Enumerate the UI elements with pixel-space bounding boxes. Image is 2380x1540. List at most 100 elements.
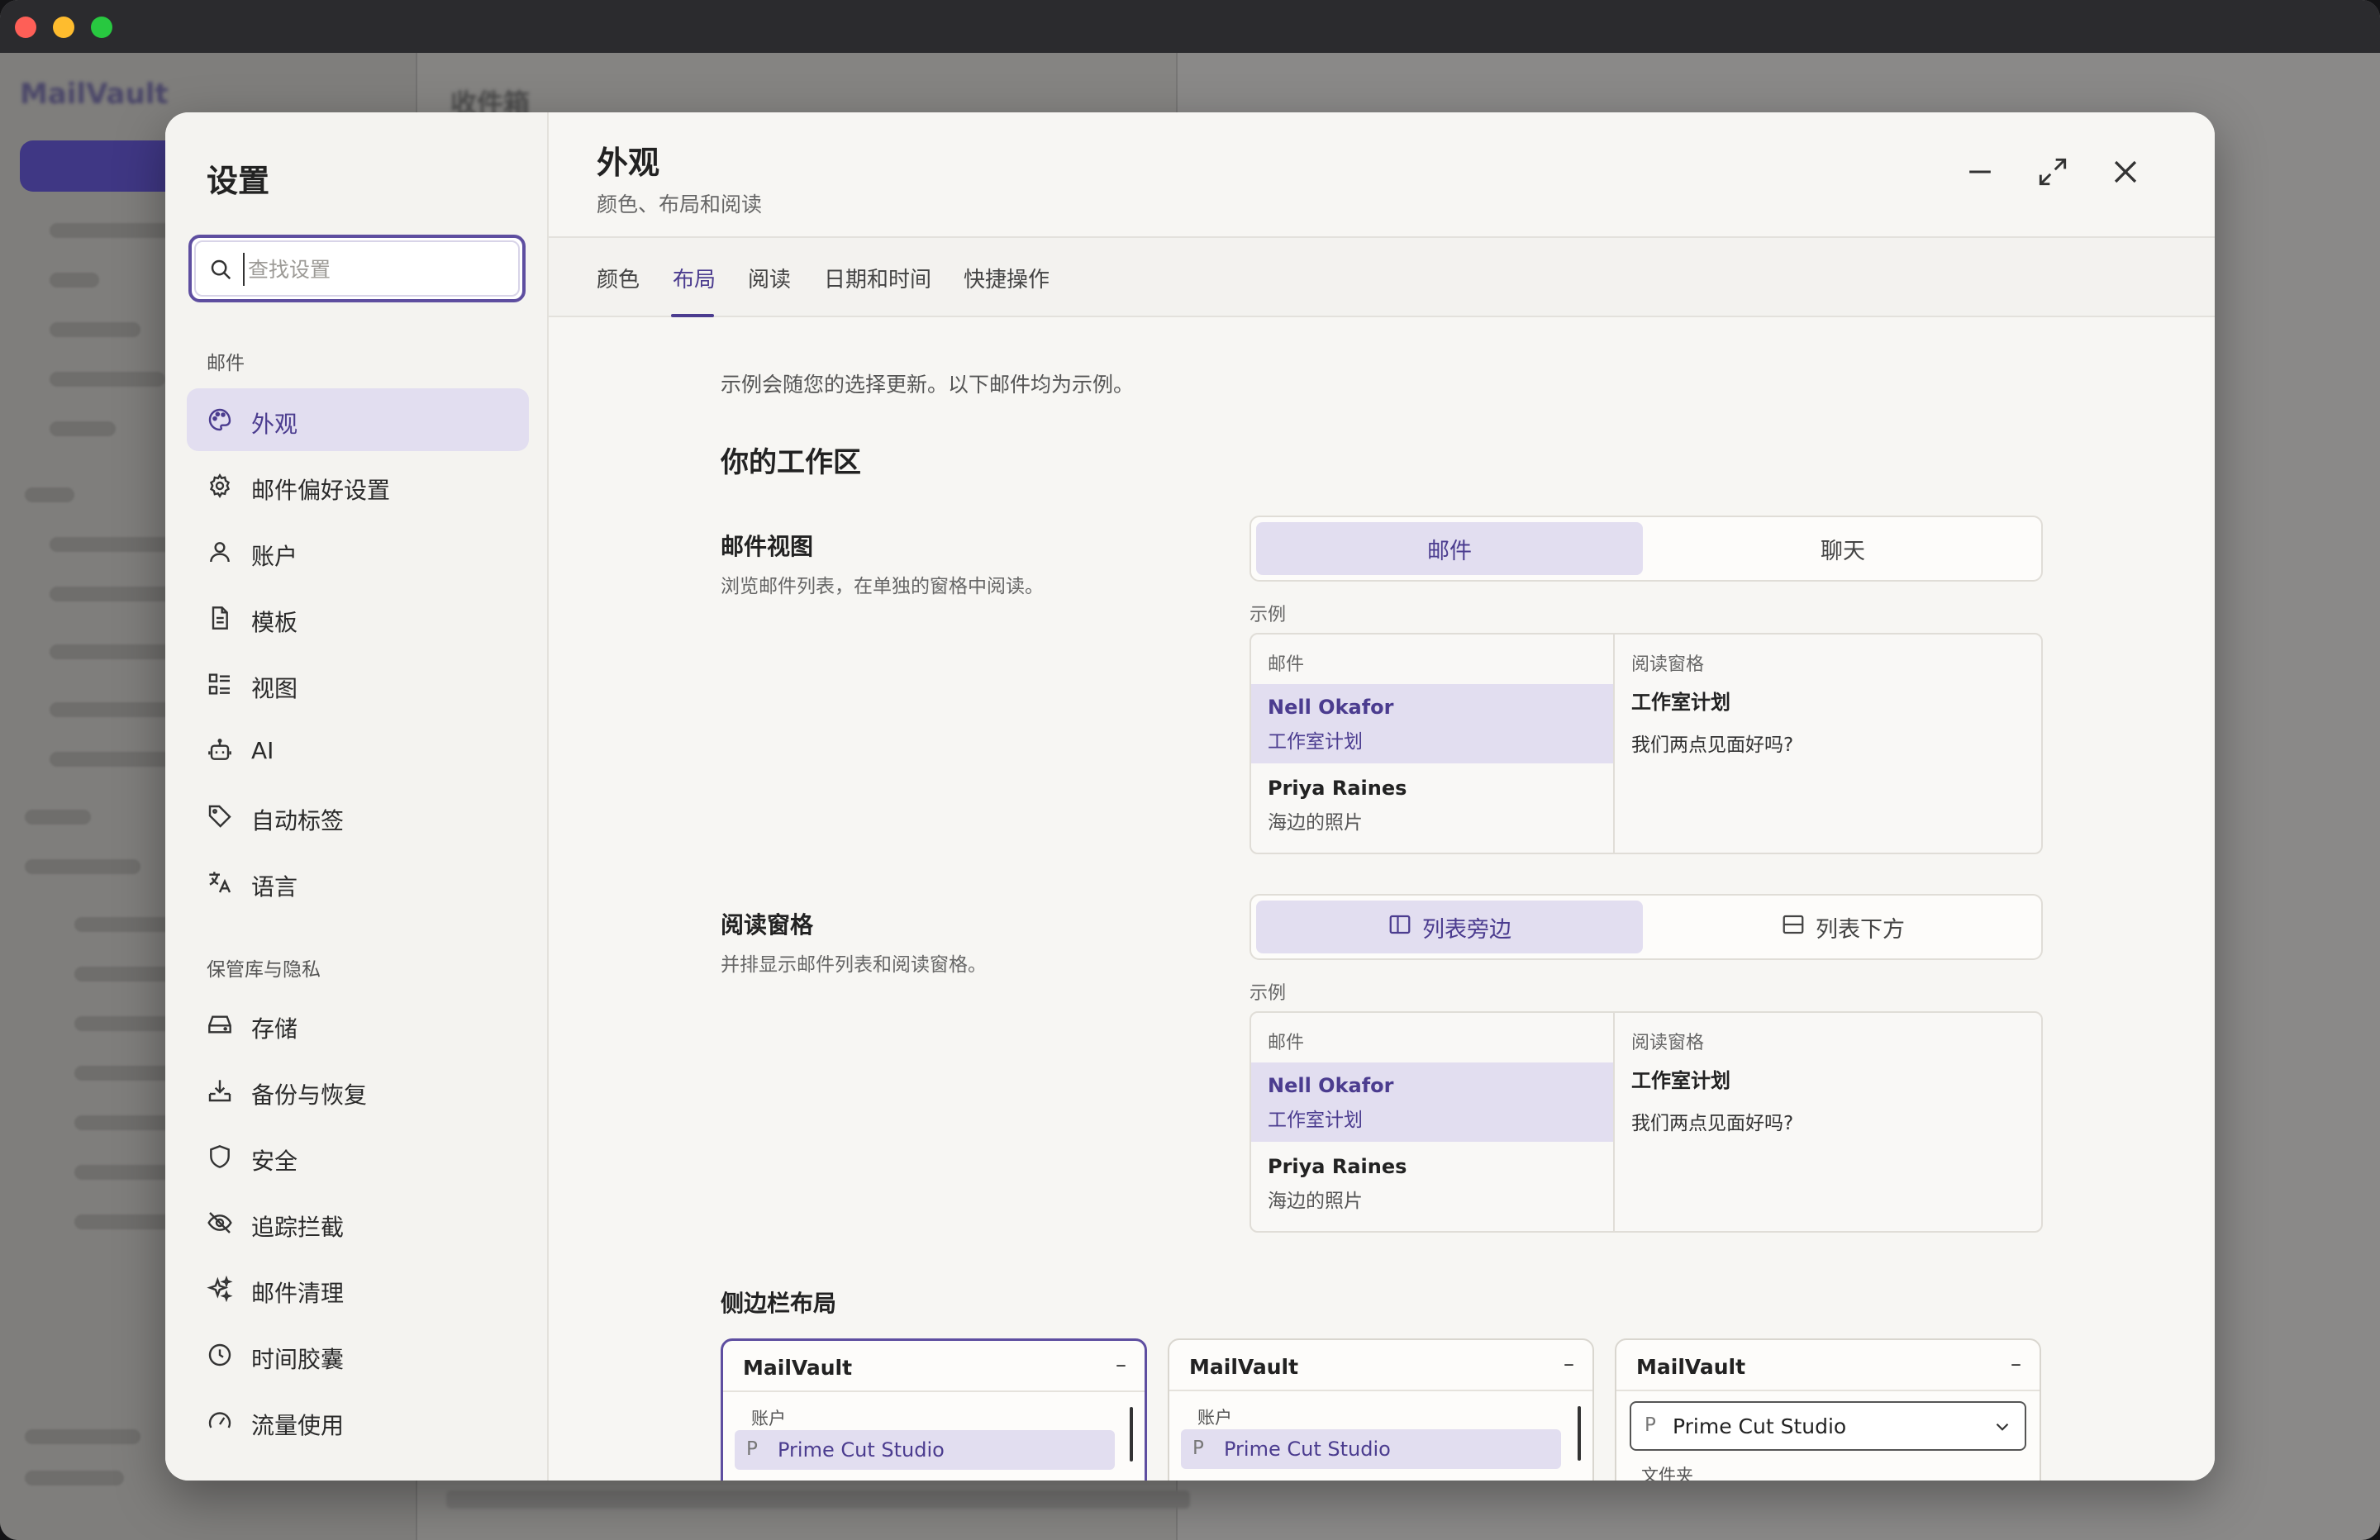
sidebar-layout-option-compact[interactable]: MailVault – 账户 P Prime Cut Studio <box>1168 1338 1594 1481</box>
example-message-row: Priya Raines 海边的照片 <box>1268 1155 1407 1212</box>
example-pane-head: 阅读窗格 <box>1631 654 1705 675</box>
app-window: MailVault 收件箱 设置 查找设置 邮件 外观 邮件偏好设置 账户 模板… <box>0 0 2380 1540</box>
settings-title: 设置 <box>207 163 270 199</box>
search-icon <box>208 257 233 282</box>
mail-view-toggle: 邮件 聊天 <box>1250 516 2043 582</box>
eye-off-icon <box>207 1210 233 1236</box>
account-avatar: P <box>746 1438 758 1460</box>
account-avatar: P <box>1645 1414 1656 1436</box>
gear-icon <box>207 473 233 499</box>
shield-icon <box>207 1143 233 1170</box>
expand-button[interactable] <box>2035 154 2071 190</box>
tab-date-time[interactable]: 日期和时间 <box>824 263 931 293</box>
sidebar-item-templates[interactable]: 模板 <box>187 587 529 649</box>
tab-quick-actions[interactable]: 快捷操作 <box>964 263 1050 293</box>
example-list-head: 邮件 <box>1268 654 1305 675</box>
expand-icon <box>2035 158 2071 193</box>
list-view-icon <box>207 671 233 697</box>
sidebar-item-mail-cleanup[interactable]: 邮件清理 <box>187 1257 529 1320</box>
close-window-button[interactable] <box>15 17 36 38</box>
sidebar-item-ai[interactable]: AI <box>187 719 529 782</box>
collapse-icon: – <box>2011 1352 2021 1376</box>
close-icon <box>2107 160 2144 193</box>
sidebar-item-tracker-blocking[interactable]: 追踪拦截 <box>187 1191 529 1254</box>
reading-pane-option-beside[interactable]: 列表旁边 <box>1256 901 1643 953</box>
sidebar-item-label: 追踪拦截 <box>251 1214 345 1241</box>
collapse-icon: – <box>1564 1352 1574 1376</box>
settings-search[interactable] <box>188 235 526 302</box>
reading-pane-example: 邮件 阅读窗格 Nell Okafor 工作室计划 Priya Raines 海… <box>1250 1011 2043 1233</box>
example-message-row: Nell Okafor 工作室计划 <box>1251 1062 1613 1142</box>
zoom-window-button[interactable] <box>91 17 112 38</box>
example-list-head: 邮件 <box>1268 1033 1305 1053</box>
palette-icon <box>207 406 233 433</box>
account-avatar: P <box>1192 1438 1204 1459</box>
sidebar-item-label: 模板 <box>251 609 298 636</box>
sidebar-layout-option-list[interactable]: MailVault – 账户 P Prime Cut Studio <box>721 1338 1147 1481</box>
sidebar-item-storage[interactable]: 存储 <box>187 993 529 1056</box>
mail-view-desc: 浏览邮件列表，在单独的窗格中阅读。 <box>721 576 1044 597</box>
clock-icon <box>207 1342 233 1368</box>
sidebar-item-label: 邮件清理 <box>251 1280 345 1307</box>
sidebar-item-label: 自动标签 <box>251 807 345 834</box>
sidebar-item-auto-labels[interactable]: 自动标签 <box>187 785 529 848</box>
sidebar-layout-option-dropdown[interactable]: MailVault – P Prime Cut Studio 文件夹 <box>1615 1338 2041 1481</box>
sidebar-item-label: 时间胶囊 <box>251 1346 345 1373</box>
sidebar-item-accounts[interactable]: 账户 <box>187 520 529 583</box>
mail-view-option-chat[interactable]: 聊天 <box>1649 522 2036 575</box>
download-tray-icon <box>207 1077 233 1104</box>
mail-view-option-mail[interactable]: 邮件 <box>1256 522 1643 575</box>
sidebar-item-label: 外观 <box>251 411 298 438</box>
title-bar <box>0 0 2380 53</box>
minimize-button[interactable] <box>1962 154 1998 190</box>
mail-view-example: 邮件 阅读窗格 Nell Okafor 工作室计划 Priya Raines 海… <box>1250 633 2043 854</box>
sidebar-item-appearance[interactable]: 外观 <box>187 388 529 451</box>
reading-pane-option-below[interactable]: 列表下方 <box>1649 901 2036 953</box>
settings-search-input[interactable] <box>243 253 507 286</box>
tab-layout[interactable]: 布局 <box>673 263 716 293</box>
section-label-mail: 邮件 <box>207 353 245 374</box>
account-select: P Prime Cut Studio <box>1630 1401 2026 1451</box>
sidebar-item-views[interactable]: 视图 <box>187 653 529 715</box>
tag-icon <box>207 803 233 829</box>
example-label: 示例 <box>1250 983 1287 1004</box>
page-title: 外观 <box>597 145 660 181</box>
reading-pane-toggle: 列表旁边 列表下方 <box>1250 894 2043 960</box>
example-pane-title: 工作室计划 <box>1631 1069 1730 1092</box>
example-pane-head: 阅读窗格 <box>1631 1033 1705 1053</box>
person-icon <box>207 539 233 565</box>
drive-icon <box>207 1011 233 1038</box>
close-button[interactable] <box>2107 154 2144 190</box>
sidebar-item-security[interactable]: 安全 <box>187 1125 529 1188</box>
robot-icon <box>207 737 233 763</box>
sidebar-item-label: 账户 <box>251 543 298 570</box>
sidebar-item-mail-preferences[interactable]: 邮件偏好设置 <box>187 454 529 517</box>
workspace-heading: 你的工作区 <box>721 446 861 479</box>
active-tab-indicator <box>671 314 714 317</box>
sidebar-item-time-capsule[interactable]: 时间胶囊 <box>187 1324 529 1386</box>
collapse-icon: – <box>1116 1352 1126 1377</box>
example-pane-body: 我们两点见面好吗? <box>1631 734 1794 756</box>
minimize-window-button[interactable] <box>53 17 74 38</box>
sidebar-item-data-usage[interactable]: 流量使用 <box>187 1390 529 1452</box>
sidebar-item-label: 流量使用 <box>251 1412 345 1439</box>
tab-reading[interactable]: 阅读 <box>748 263 791 293</box>
sidebar-item-backup[interactable]: 备份与恢复 <box>187 1059 529 1122</box>
reading-pane-title: 阅读窗格 <box>721 911 814 939</box>
sidebar-item-label: 存储 <box>251 1015 298 1043</box>
document-icon <box>207 605 233 631</box>
background-logo: MailVault <box>20 78 169 111</box>
sidebar-item-label: 邮件偏好设置 <box>251 477 391 504</box>
sidebar-item-language[interactable]: 语言 <box>187 851 529 914</box>
translate-icon <box>207 869 233 896</box>
gauge-icon <box>207 1408 233 1434</box>
sidebar-item-label: AI <box>251 737 274 764</box>
sidebar-layout-title: 侧边栏布局 <box>721 1290 837 1317</box>
example-message-row: Nell Okafor 工作室计划 <box>1251 684 1613 763</box>
sidebar-item-label: 语言 <box>251 873 298 901</box>
minus-icon <box>1962 170 1998 193</box>
rows-icon <box>1781 912 1816 943</box>
example-pane-body: 我们两点见面好吗? <box>1631 1113 1794 1134</box>
tab-colors[interactable]: 颜色 <box>597 263 640 293</box>
reading-pane-desc: 并排显示邮件列表和阅读窗格。 <box>721 954 987 976</box>
